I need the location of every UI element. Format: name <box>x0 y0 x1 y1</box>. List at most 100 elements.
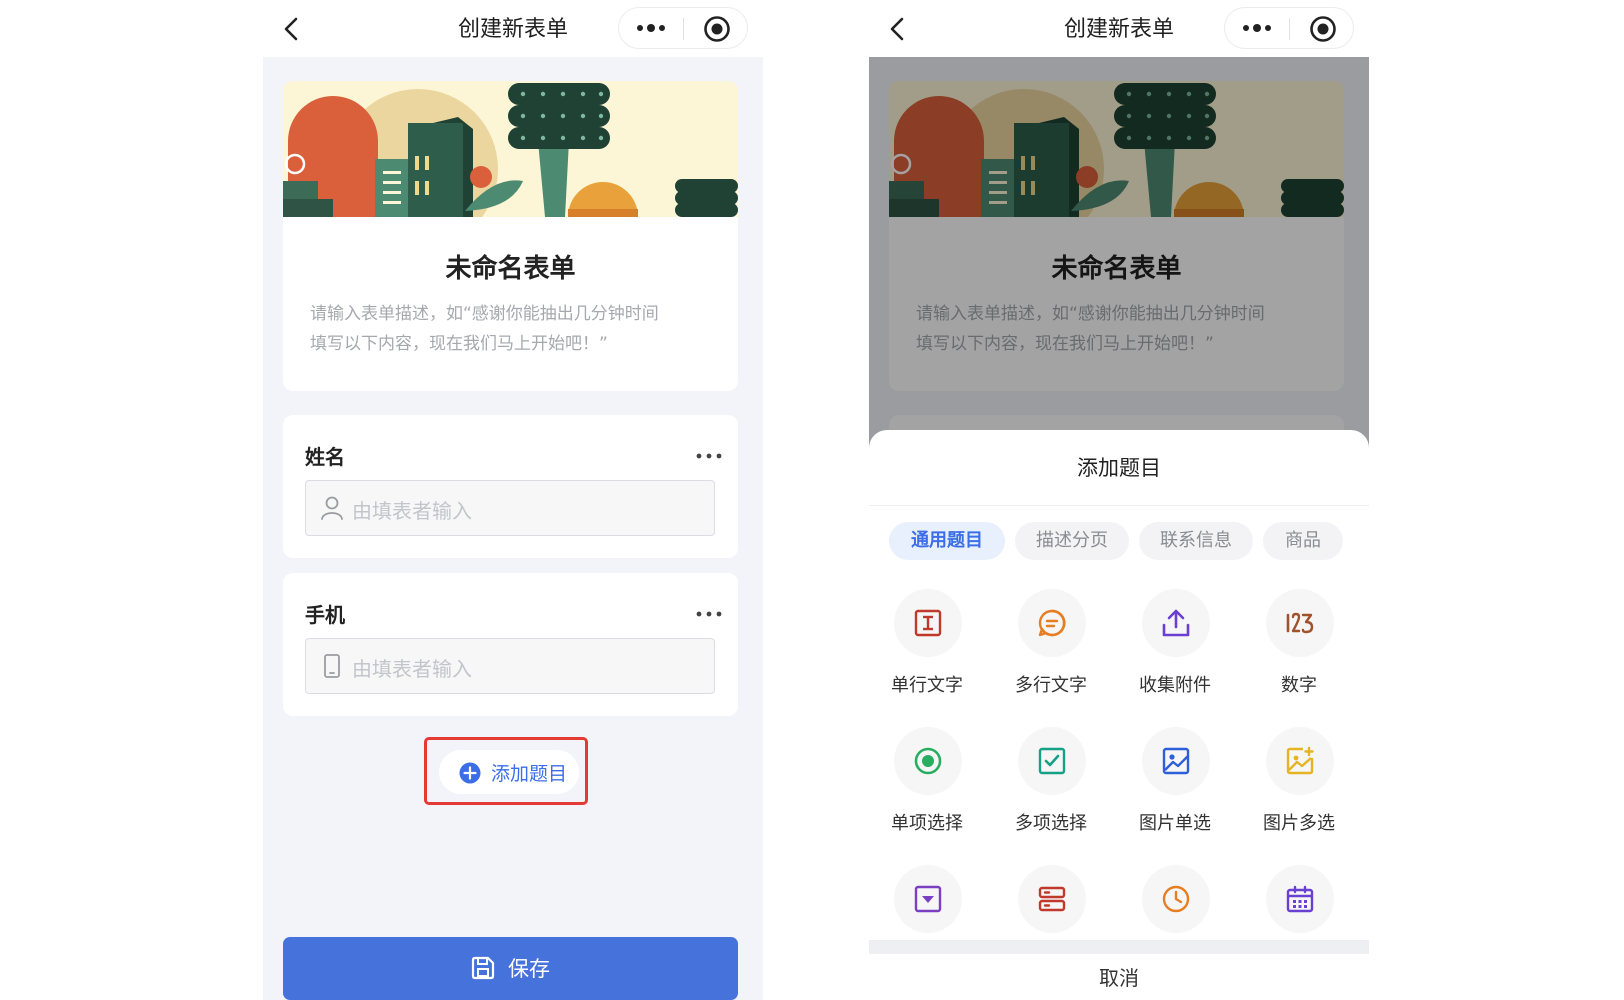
question-type-icon-circle <box>1018 589 1086 657</box>
nav-bar: 创建新表单 <box>869 0 1369 57</box>
tab-description-pages[interactable]: 描述分页 <box>1015 522 1129 560</box>
question-type-label: 收集附件 <box>1139 675 1211 696</box>
multi-line-text-icon <box>1038 609 1066 637</box>
sheet-separator <box>869 940 1369 954</box>
phone-icon <box>324 654 340 678</box>
question-type-image-single[interactable]: 图片单选 <box>1120 727 1230 837</box>
question-type-time[interactable] <box>1120 865 1230 940</box>
tab-products[interactable]: 商品 <box>1263 522 1343 560</box>
field-more-button[interactable] <box>696 605 722 617</box>
image-multi-icon <box>1286 746 1314 775</box>
save-button[interactable]: 保存 <box>283 937 738 1000</box>
question-type-label: 单项选择 <box>891 813 963 834</box>
more-dots-icon <box>1243 24 1271 32</box>
dropdown-icon <box>914 885 942 913</box>
question-type-icon-circle <box>1266 865 1334 933</box>
field-card-name[interactable]: 姓名 由填表者输入 <box>283 415 738 558</box>
save-label: 保存 <box>508 957 550 981</box>
input-placeholder: 由填表者输入 <box>352 499 472 523</box>
record-icon <box>1310 16 1336 42</box>
capsule-divider <box>683 18 684 40</box>
add-question-sheet: 添加题目 通用题目 描述分页 联系信息 商品 单行文字 多行文字 收集附件 数字… <box>869 430 1369 1000</box>
form-editor-screen: 创建新表单 未命名表单 请输入表单描述，如“感谢你能抽出几分钟时间 填写以下内容… <box>263 0 763 1000</box>
form-content: 未命名表单 请输入表单描述，如“感谢你能抽出几分钟时间 填写以下内容，现在我们马… <box>869 57 1369 1000</box>
field-card-phone[interactable]: 手机 由填表者输入 <box>283 573 738 716</box>
question-type-date[interactable] <box>1244 865 1354 940</box>
question-type-multi-line-text[interactable]: 多行文字 <box>996 589 1106 699</box>
server-icon <box>1038 886 1066 912</box>
image-single-icon <box>1162 747 1190 775</box>
question-type-icon-circle <box>1142 865 1210 933</box>
sheet-divider <box>869 505 1369 506</box>
question-type-dropdown[interactable] <box>872 865 982 940</box>
banner-illustration <box>283 81 738 217</box>
question-type-icon-circle <box>1266 589 1334 657</box>
form-content: 未命名表单 请输入表单描述，如“感谢你能抽出几分钟时间 填写以下内容，现在我们马… <box>263 57 763 1000</box>
mini-program-capsule <box>1224 7 1354 49</box>
sheet-title: 添加题目 <box>1077 456 1161 480</box>
plus-circle-icon <box>459 762 481 784</box>
mini-program-capsule <box>618 7 748 49</box>
name-input[interactable]: 由填表者输入 <box>305 480 715 536</box>
add-question-screen: 创建新表单 未命名表单 请输入表单描述，如“感谢你能抽出几分钟时间 填写以下内容… <box>869 0 1369 1000</box>
form-description[interactable]: 请输入表单描述，如“感谢你能抽出几分钟时间 填写以下内容，现在我们马上开始吧！” <box>310 299 711 359</box>
question-type-label: 图片单选 <box>1139 813 1211 834</box>
question-type-image-multi[interactable]: 图片多选 <box>1244 727 1354 837</box>
question-type-single-choice[interactable]: 单项选择 <box>872 727 982 837</box>
question-type-icon-circle <box>1142 589 1210 657</box>
upload-icon <box>1162 609 1190 637</box>
question-type-icon-circle <box>894 865 962 933</box>
single-line-text-icon <box>914 609 942 637</box>
question-type-server[interactable] <box>996 865 1106 940</box>
question-type-icon-circle <box>1266 727 1334 795</box>
calendar-icon <box>1286 885 1314 913</box>
field-label: 手机 <box>305 603 345 627</box>
form-description-line: 请输入表单描述，如“感谢你能抽出几分钟时间 <box>310 304 659 324</box>
question-type-icon-circle <box>1018 865 1086 933</box>
question-type-label: 单行文字 <box>891 675 963 696</box>
record-icon <box>704 16 730 42</box>
question-type-icon-circle <box>894 589 962 657</box>
more-button[interactable] <box>1239 14 1275 42</box>
more-dots-icon <box>696 453 722 459</box>
radio-icon <box>914 747 942 775</box>
tab-general[interactable]: 通用题目 <box>889 522 1005 560</box>
question-type-icon-circle <box>1142 727 1210 795</box>
add-question-button[interactable]: 添加题目 <box>439 750 579 794</box>
save-bar: 保存 <box>263 920 763 1000</box>
clock-icon <box>1162 885 1190 913</box>
more-button[interactable] <box>633 14 669 42</box>
phone-input[interactable]: 由填表者输入 <box>305 638 715 694</box>
checkbox-icon <box>1038 747 1066 775</box>
question-type-label: 多行文字 <box>1015 675 1087 696</box>
close-button[interactable] <box>1309 15 1337 43</box>
question-type-icon-circle <box>1018 727 1086 795</box>
add-question-highlight: 添加题目 <box>424 737 588 805</box>
more-dots-icon <box>637 24 665 32</box>
input-placeholder: 由填表者输入 <box>352 657 472 681</box>
number-icon <box>1286 612 1314 634</box>
field-label: 姓名 <box>305 445 345 469</box>
capsule-divider <box>1289 18 1290 40</box>
question-type-number[interactable]: 数字 <box>1244 589 1354 699</box>
form-header-card[interactable]: 未命名表单 请输入表单描述，如“感谢你能抽出几分钟时间 填写以下内容，现在我们马… <box>283 81 738 391</box>
question-type-single-line-text[interactable]: 单行文字 <box>872 589 982 699</box>
question-type-label: 数字 <box>1281 675 1317 696</box>
question-type-label: 图片多选 <box>1263 813 1335 834</box>
form-title[interactable]: 未命名表单 <box>283 248 738 285</box>
question-type-label: 多项选择 <box>1015 813 1087 834</box>
cancel-button[interactable]: 取消 <box>869 954 1369 1000</box>
question-type-attachment[interactable]: 收集附件 <box>1120 589 1230 699</box>
person-icon <box>321 496 343 520</box>
question-type-icon-circle <box>894 727 962 795</box>
add-question-label: 添加题目 <box>491 763 568 785</box>
form-description-line: 填写以下内容，现在我们马上开始吧！” <box>310 334 608 354</box>
nav-bar: 创建新表单 <box>263 0 763 57</box>
close-button[interactable] <box>703 15 731 43</box>
question-type-multi-choice[interactable]: 多项选择 <box>996 727 1106 837</box>
tab-contact-info[interactable]: 联系信息 <box>1139 522 1253 560</box>
field-more-button[interactable] <box>696 447 722 459</box>
save-icon <box>471 956 495 980</box>
more-dots-icon <box>696 611 722 617</box>
cancel-label: 取消 <box>1099 966 1139 990</box>
